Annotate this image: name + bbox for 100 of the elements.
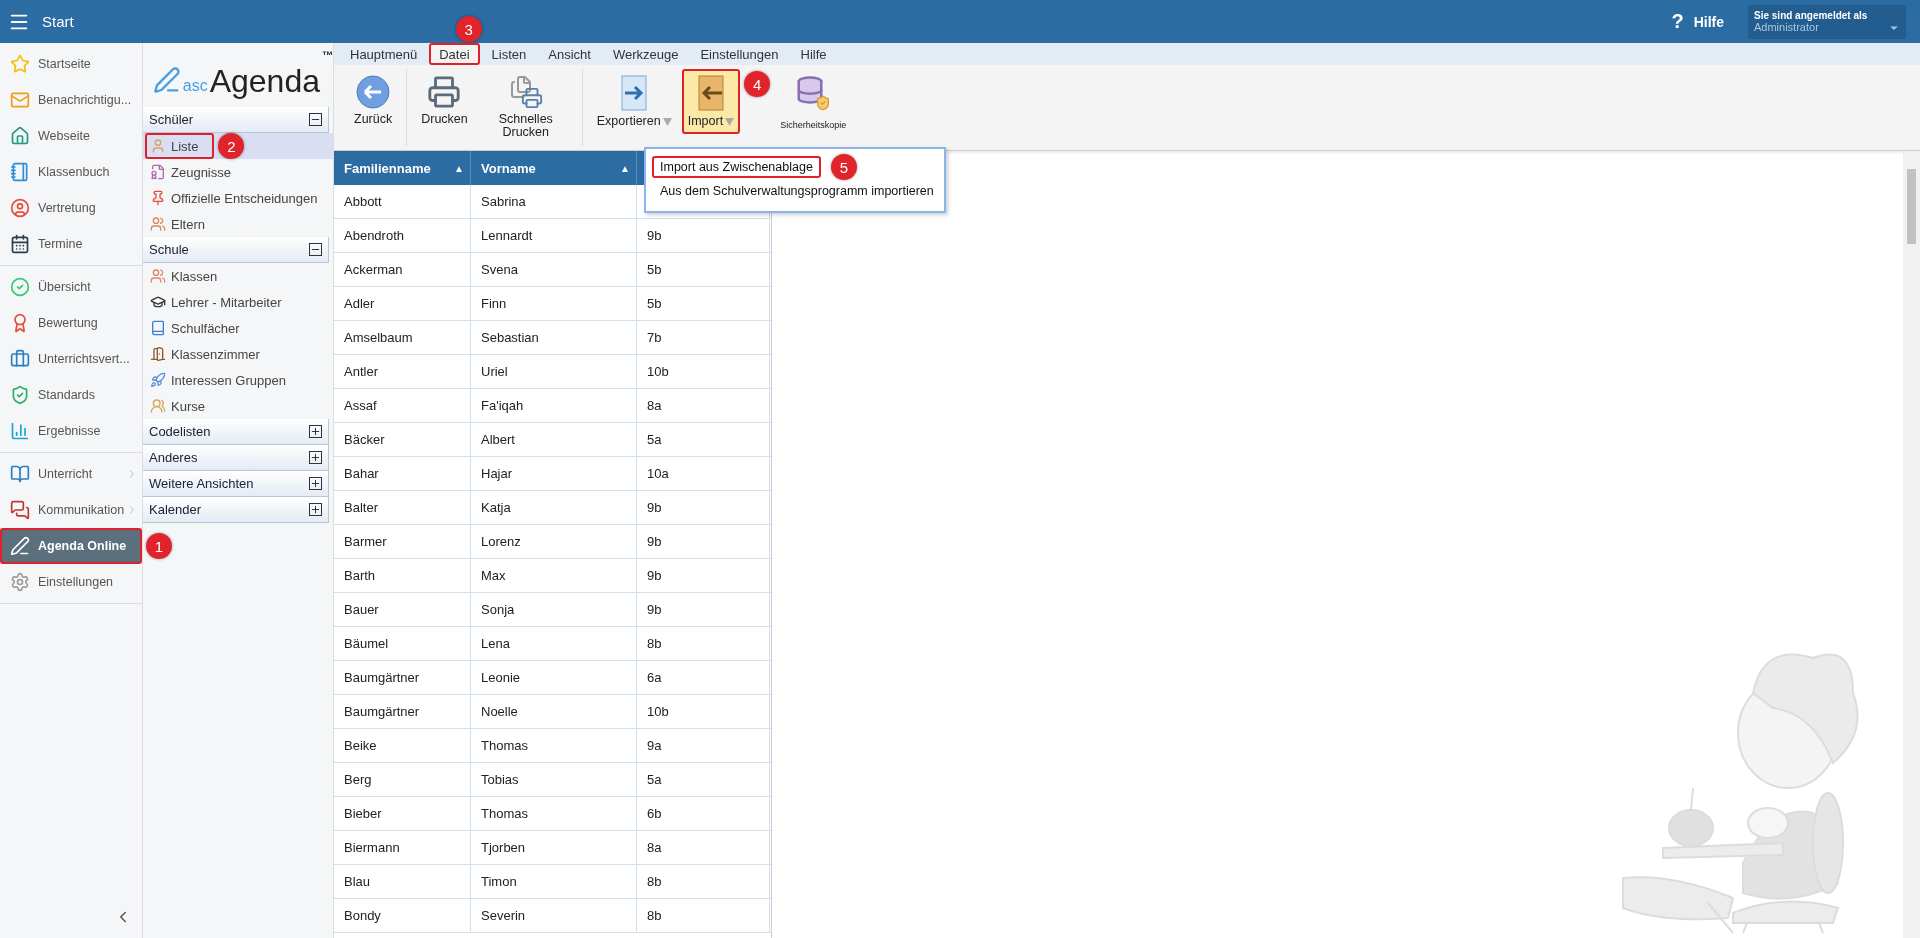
menu-item[interactable]: Aus dem Schulverwaltungsprogramm importieren (652, 180, 942, 202)
table-cell: Thomas (471, 797, 637, 830)
table-cell: Katja (471, 491, 637, 524)
table-cell: Beike (334, 729, 471, 762)
panel-item[interactable]: Zeugnisse (145, 159, 247, 185)
column-header[interactable]: Vorname ▲ (471, 151, 637, 185)
section-header[interactable]: Kalender (143, 497, 329, 523)
table-cell: 5b (637, 253, 770, 286)
nav-item[interactable]: Termine (0, 226, 142, 262)
table-cell: 9b (637, 219, 770, 252)
table-cell: 10a (637, 457, 770, 490)
table-cell: Albert (471, 423, 637, 456)
nav-item[interactable]: Agenda Online (0, 528, 142, 564)
nav-item[interactable]: Bewertung (0, 305, 142, 341)
table-cell: Balter (334, 491, 471, 524)
nav-item[interactable]: Unterricht (0, 456, 142, 492)
table-cell: 8b (637, 899, 770, 932)
section-header[interactable]: Schüler (143, 107, 329, 133)
table-cell: 9b (637, 525, 770, 558)
nav-item[interactable]: Ergebnisse (0, 413, 142, 449)
table-cell: 6a (637, 661, 770, 694)
nav-item[interactable]: Einstellungen (0, 564, 142, 600)
panel-item[interactable]: Liste (145, 133, 215, 159)
nav-item[interactable]: Vertretung (0, 190, 142, 226)
section-header[interactable]: Codelisten (143, 419, 329, 445)
toolbar-button[interactable]: Import (681, 69, 741, 135)
table-cell: Ackerman (334, 253, 471, 286)
toolbar-button[interactable]: Sicherheitskopie (774, 69, 853, 137)
table-cell: 10b (637, 695, 770, 728)
panel-item[interactable]: Klassen (145, 263, 234, 289)
help-link[interactable]: ? Hilfe (1671, 10, 1724, 33)
menu-tab[interactable]: Hauptmenü (340, 43, 428, 65)
toolbar-button[interactable]: Schnelles Drucken (477, 69, 574, 146)
table-cell: Noelle (471, 695, 637, 728)
table-cell: Sabrina (471, 185, 637, 218)
menu-tab[interactable]: Ansicht (538, 43, 601, 65)
table-cell: 8a (637, 389, 770, 422)
callout-badge: 4 (744, 71, 771, 97)
nav-item[interactable]: Webseite (0, 118, 142, 154)
nav-item[interactable]: Unterrichtsvert... (0, 341, 142, 377)
table-cell: Amselbaum (334, 321, 471, 354)
table-cell: Blau (334, 865, 471, 898)
table-cell: Lennardt (471, 219, 637, 252)
table-cell: 5b (637, 287, 770, 320)
table-cell: Bäcker (334, 423, 471, 456)
panel-item[interactable]: Klassenzimmer (145, 341, 276, 367)
toolbar-button[interactable]: Zurück (348, 69, 399, 133)
table-cell: Antler (334, 355, 471, 388)
nav-item[interactable]: Kommunikation (0, 492, 142, 528)
table-cell: Thomas (471, 729, 637, 762)
table-cell: Leonie (471, 661, 637, 694)
column-header[interactable]: Familienname ▲ (334, 151, 471, 185)
table-cell: Baumgärtner (334, 661, 471, 694)
table-cell: 8a (637, 831, 770, 864)
menu-button[interactable]: Start (0, 0, 74, 43)
table-cell: Abendroth (334, 219, 471, 252)
section-header[interactable]: Schule (143, 237, 329, 263)
table-cell: Baumgärtner (334, 695, 471, 728)
table-cell: 9a (637, 729, 770, 762)
table-cell: Bieber (334, 797, 471, 830)
panel-item[interactable]: Offizielle Entscheidungen (145, 185, 334, 211)
table-cell: Abbott (334, 185, 471, 218)
panel-item[interactable]: Lehrer - Mitarbeiter (145, 289, 298, 315)
menu-tab[interactable]: Datei (429, 43, 480, 65)
section-header[interactable]: Weitere Ansichten (143, 471, 329, 497)
menu-tab[interactable]: Listen (481, 43, 537, 65)
table-cell: 5a (637, 423, 770, 456)
table-cell: Tjorben (471, 831, 637, 864)
user-menu[interactable]: Sie sind angemeldet als Administrator (1748, 4, 1906, 39)
toolbar-button[interactable]: Exportieren (590, 69, 678, 135)
nav-item[interactable]: Standards (0, 377, 142, 413)
menu-tab[interactable]: Werkzeuge (602, 43, 689, 65)
menu-item[interactable]: Import aus Zwischenablage (652, 156, 821, 178)
nav-item[interactable]: Klassenbuch (0, 154, 142, 190)
table-cell: 6b (637, 797, 770, 830)
panel-item[interactable]: Schulfächer (145, 315, 256, 341)
table-cell: Tobias (471, 763, 637, 796)
nav-item[interactable]: Benachrichtigu... (0, 82, 142, 118)
table-cell: 10b (637, 355, 770, 388)
logo: ascAgenda ™ (143, 43, 333, 107)
table-cell: Barth (334, 559, 471, 592)
callout-badge: 5 (830, 154, 857, 180)
toolbar-button[interactable]: Drucken (415, 69, 474, 133)
nav-item[interactable]: Übersicht (0, 269, 142, 305)
callout-badge: 2 (218, 133, 245, 159)
table-cell: Hajar (471, 457, 637, 490)
table-cell: Lena (471, 627, 637, 660)
panel-item[interactable]: Interessen Gruppen (145, 367, 302, 393)
panel-item[interactable]: Kurse (145, 393, 221, 419)
table-cell: 8b (637, 865, 770, 898)
table-cell: 7b (637, 321, 770, 354)
menu-tab[interactable]: Hilfe (790, 43, 837, 65)
table-cell: Bauer (334, 593, 471, 626)
table-cell: Fa'iqah (471, 389, 637, 422)
panel-item[interactable]: Eltern (145, 211, 221, 237)
menu-tab[interactable]: Einstellungen (690, 43, 789, 65)
table-cell: Severin (471, 899, 637, 932)
nav-item[interactable]: Startseite (0, 46, 142, 82)
section-header[interactable]: Anderes (143, 445, 329, 471)
table-cell: Berg (334, 763, 471, 796)
